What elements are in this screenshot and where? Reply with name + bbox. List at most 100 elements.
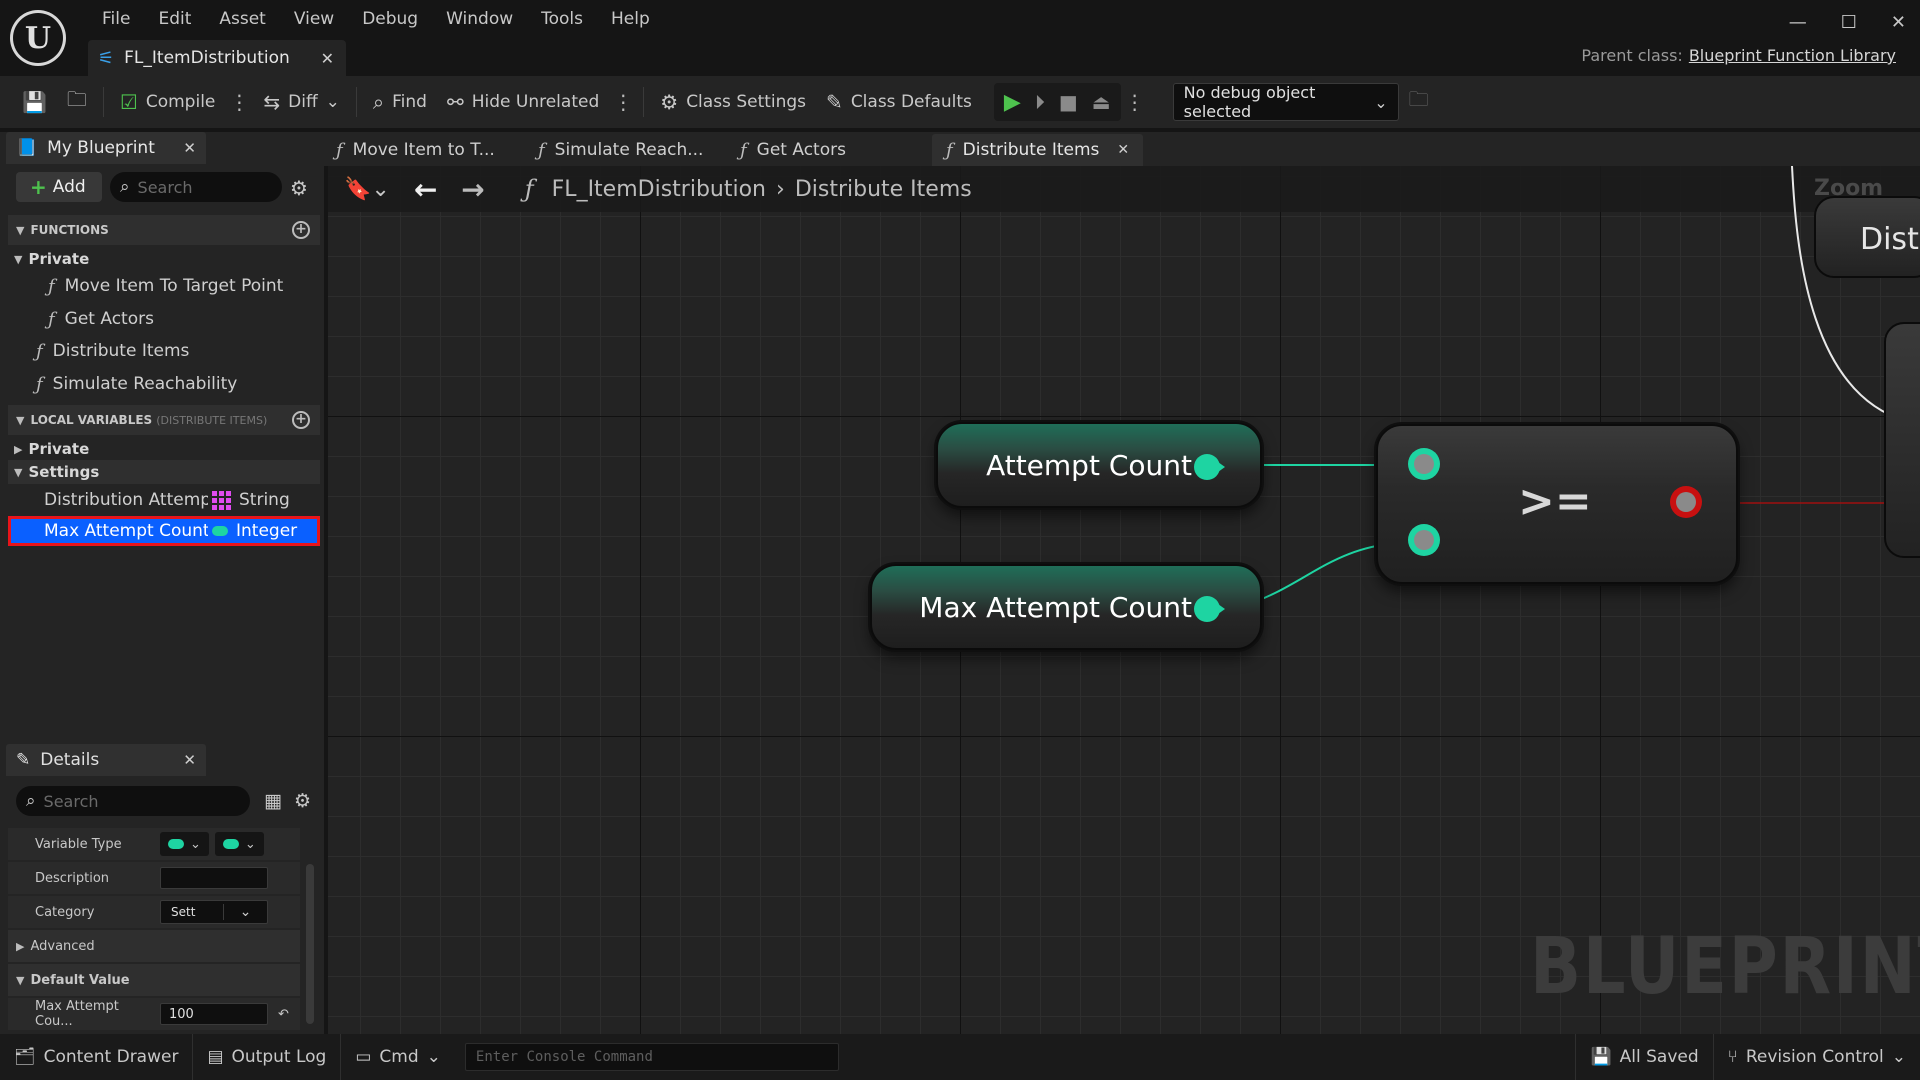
details-tab[interactable]: ✎ Details ✕ — [6, 744, 206, 776]
hide-unrelated-button[interactable]: ⚯ Hide Unrelated — [437, 82, 609, 122]
menu-window[interactable]: Window — [432, 8, 527, 30]
status-right: 💾 All Saved ⑂ Revision Control ⌄ — [1575, 1034, 1920, 1080]
window-controls: — ☐ ✕ — [1789, 12, 1906, 33]
max-attempt-count-output-pin[interactable] — [1194, 596, 1225, 622]
maximize-icon[interactable]: ☐ — [1841, 12, 1857, 33]
variables-category-private[interactable]: ▶ Private — [8, 437, 320, 461]
parent-class-link[interactable]: Blueprint Function Library — [1689, 46, 1896, 65]
gear-icon[interactable]: ⚙ — [290, 176, 308, 200]
console-placeholder: Enter Console Command — [475, 1049, 653, 1065]
tab-simulate-reach[interactable]: ƒ Simulate Reach... — [538, 134, 703, 166]
output-log-button[interactable]: ▤ Output Log — [193, 1034, 340, 1080]
local-variables-header[interactable]: ▼ LOCAL VARIABLES (DISTRIBUTE ITEMS) + — [8, 405, 320, 435]
details-search-input[interactable]: ⌕ Search — [16, 786, 250, 816]
container-type-select[interactable]: ⌄ — [214, 832, 264, 856]
gear-icon[interactable]: ⚙ — [294, 790, 311, 812]
find-label: Find — [392, 92, 427, 112]
tab-move-item[interactable]: ƒ Move Item to T... — [336, 134, 495, 166]
add-button[interactable]: + Add — [16, 172, 102, 202]
variable-item-selected[interactable]: Max Attempt Count Integer — [8, 516, 320, 546]
distribute-node-partial[interactable]: Dist — [1814, 196, 1920, 278]
close-icon[interactable]: ✕ — [1117, 142, 1129, 158]
menu-tools[interactable]: Tools — [527, 8, 597, 30]
eject-icon[interactable]: ⏏ — [1092, 90, 1111, 114]
compile-options-icon[interactable]: ⋮ — [225, 90, 253, 114]
table-view-icon[interactable]: ▦ — [264, 790, 282, 812]
minimize-icon[interactable]: — — [1789, 12, 1807, 33]
reset-to-default-icon[interactable]: ↶ — [278, 1007, 289, 1022]
function-icon: ƒ — [36, 340, 43, 362]
menu-view[interactable]: View — [280, 8, 348, 30]
menu-debug[interactable]: Debug — [348, 8, 432, 30]
compile-button[interactable]: ☑ Compile — [110, 82, 225, 122]
debug-browse-button[interactable]: 🗀 — [1399, 82, 1439, 122]
play-options-icon[interactable]: ⋮ — [1121, 90, 1149, 114]
variable-item[interactable]: Distribution Attempt String — [8, 485, 320, 515]
tab-get-actors[interactable]: ƒ Get Actors — [740, 134, 846, 166]
my-blueprint-search-input[interactable]: ⌕ Search — [110, 172, 282, 202]
browse-button[interactable]: 🗀 — [57, 82, 97, 122]
compare-input-a-pin[interactable] — [1408, 448, 1440, 480]
class-defaults-button[interactable]: ✎ Class Defaults — [816, 82, 982, 122]
diff-button[interactable]: ⇆ Diff ⌄ — [253, 82, 350, 122]
close-window-icon[interactable]: ✕ — [1891, 12, 1906, 33]
blueprint-graph-canvas[interactable]: 🔖⌄ ← → ƒ FL_ItemDistribution › Distribut… — [328, 166, 1920, 1034]
asset-tab[interactable]: ⚟ FL_ItemDistribution ✕ — [88, 40, 346, 76]
attempt-count-output-pin[interactable] — [1194, 454, 1225, 480]
step-icon[interactable]: ⏵ — [1035, 90, 1045, 114]
close-icon[interactable]: ✕ — [183, 751, 196, 769]
revision-control-button[interactable]: ⑂ Revision Control ⌄ — [1714, 1034, 1920, 1080]
hide-unrelated-label: Hide Unrelated — [471, 92, 600, 112]
my-blueprint-tab[interactable]: 📘 My Blueprint ✕ — [6, 132, 206, 164]
function-item[interactable]: ƒ Simulate Reachability — [36, 369, 237, 399]
class-settings-button[interactable]: ⚙ Class Settings — [650, 82, 816, 122]
find-button[interactable]: ⌕ Find — [363, 82, 437, 122]
more-options-icon[interactable]: ⋮ — [609, 90, 637, 114]
all-saved-button[interactable]: 💾 All Saved — [1576, 1034, 1712, 1080]
close-icon[interactable]: ✕ — [321, 49, 334, 68]
console-command-input[interactable]: Enter Console Command — [464, 1043, 839, 1071]
category-value: Sett — [171, 905, 196, 919]
debug-object-select[interactable]: No debug object selected ⌄ — [1172, 83, 1399, 121]
menu-file[interactable]: File — [88, 8, 144, 30]
menu-bar: File Edit Asset View Debug Window Tools … — [88, 8, 664, 30]
add-variable-icon[interactable]: + — [292, 411, 310, 429]
max-attempt-count-node[interactable]: Max Attempt Count — [870, 564, 1262, 650]
attempt-count-node[interactable]: Attempt Count — [936, 422, 1262, 508]
save-status-icon: 💾 — [1590, 1047, 1612, 1067]
close-icon[interactable]: ✕ — [183, 139, 196, 157]
tab-distribute-items[interactable]: ƒ Distribute Items ✕ — [932, 134, 1144, 166]
branch-node-partial[interactable] — [1884, 322, 1920, 558]
save-button[interactable]: 💾 — [12, 82, 57, 122]
function-item[interactable]: ƒ Get Actors — [48, 304, 154, 334]
function-icon: ƒ — [740, 139, 747, 161]
content-drawer-button[interactable]: 🗂 Content Drawer — [0, 1034, 192, 1080]
function-item[interactable]: ƒ Distribute Items — [36, 336, 189, 366]
default-value-group[interactable]: ▼ Default Value — [8, 964, 300, 996]
functions-category-private[interactable]: ▼ Private — [8, 247, 320, 271]
menu-asset[interactable]: Asset — [205, 8, 279, 30]
chevron-down-icon: ⌄ — [223, 904, 267, 920]
stop-icon[interactable]: ■ — [1059, 90, 1078, 114]
default-value-label: Default Value — [30, 972, 130, 988]
category-select[interactable]: Sett ⌄ — [160, 900, 268, 924]
functions-header[interactable]: ▼ FUNCTIONS + — [8, 215, 320, 245]
advanced-group[interactable]: ▶ Advanced — [8, 930, 300, 962]
plus-icon: + — [30, 175, 47, 199]
function-item[interactable]: ƒ Move Item To Target Point — [48, 271, 283, 301]
compare-output-pin[interactable] — [1670, 486, 1702, 518]
unreal-logo[interactable]: U — [10, 10, 66, 66]
menu-edit[interactable]: Edit — [144, 8, 205, 30]
variable-type-select[interactable]: ⌄ — [160, 832, 209, 856]
blueprint-watermark: BLUEPRINT — [1530, 922, 1920, 1012]
variables-category-settings[interactable]: ▼ Settings — [8, 460, 320, 484]
greater-equal-node[interactable]: >= — [1376, 424, 1738, 584]
menu-help[interactable]: Help — [597, 8, 664, 30]
max-attempt-default-input[interactable]: 100 — [160, 1003, 268, 1025]
add-function-icon[interactable]: + — [292, 221, 310, 239]
description-field[interactable] — [160, 867, 268, 889]
play-icon[interactable]: ▶ — [1004, 90, 1021, 115]
cmd-select[interactable]: ▭ Cmd ⌄ — [341, 1034, 455, 1080]
compare-input-b-pin[interactable] — [1408, 524, 1440, 556]
details-scrollbar[interactable] — [306, 864, 314, 1024]
